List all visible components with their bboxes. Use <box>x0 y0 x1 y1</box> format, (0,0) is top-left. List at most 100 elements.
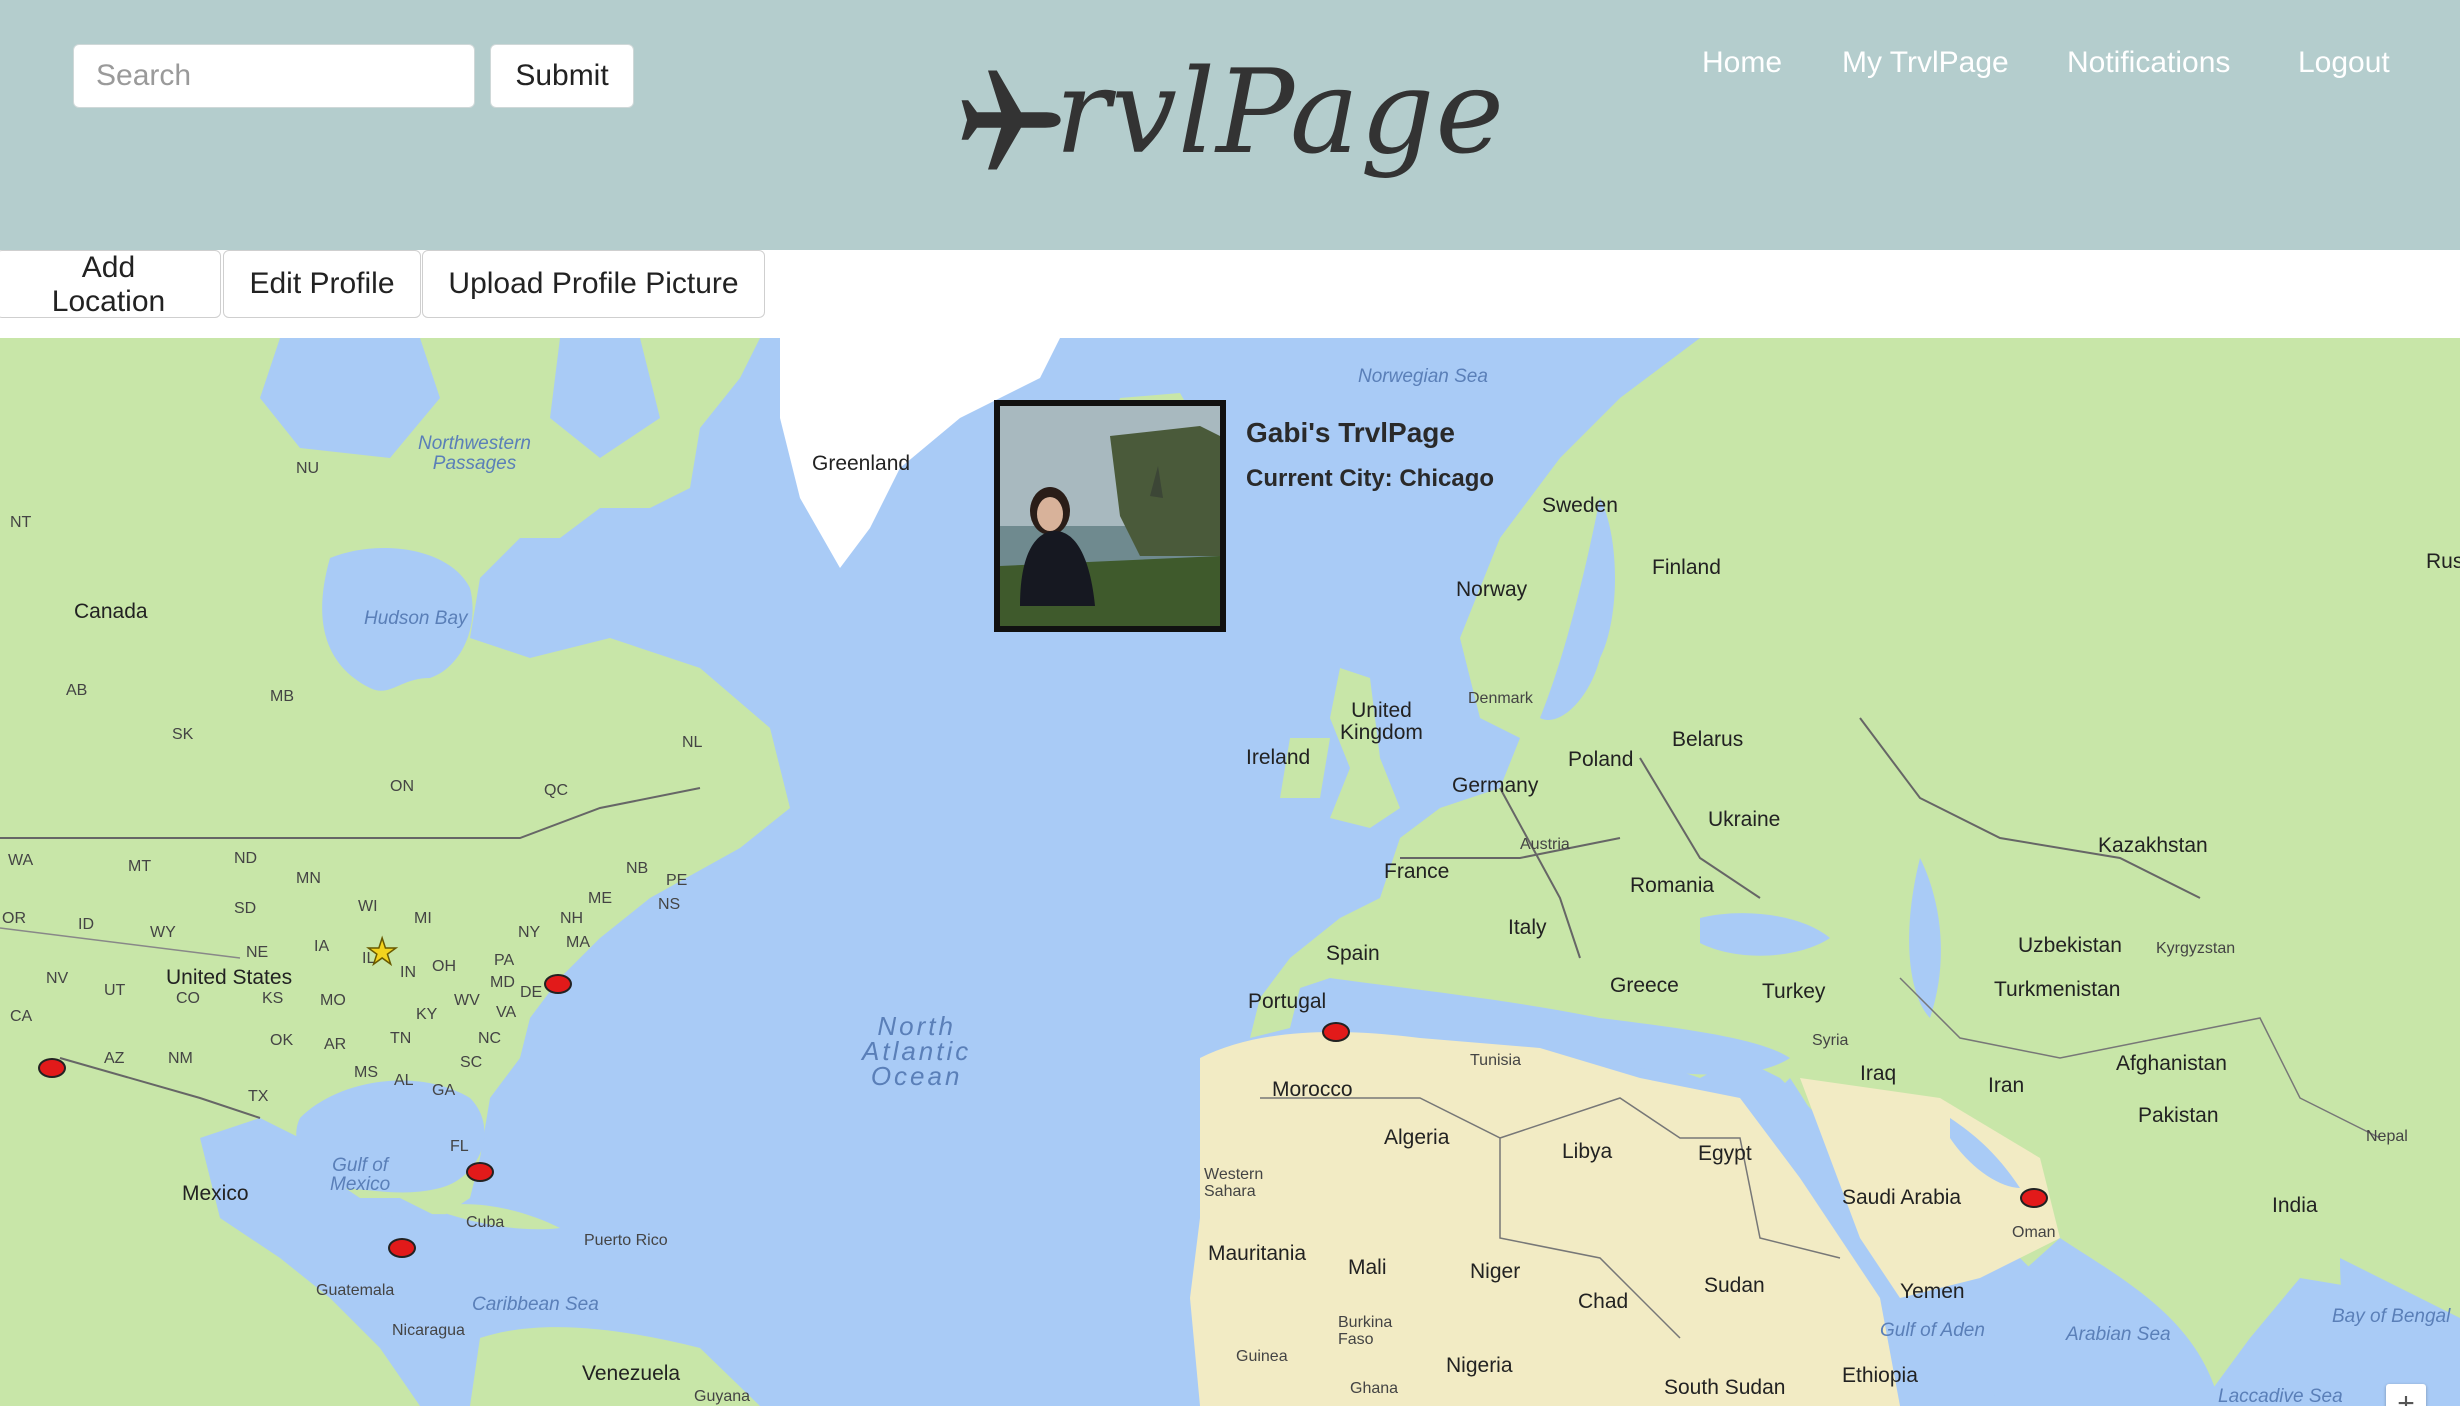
map-label: MS <box>354 1064 378 1081</box>
map-label: Tunisia <box>1470 1052 1521 1069</box>
visited-location-marker[interactable] <box>1322 1022 1350 1042</box>
visited-location-marker[interactable] <box>466 1162 494 1182</box>
world-map[interactable]: Gabi's TrvlPage Current City: Chicago Gr… <box>0 338 2460 1406</box>
map-label: Germany <box>1452 774 1539 797</box>
nav-logout[interactable]: Logout <box>2298 46 2390 80</box>
map-water-label: Norwegian Sea <box>1358 366 1488 387</box>
map-label: Sudan <box>1704 1274 1765 1297</box>
map-label: Guinea <box>1236 1348 1288 1365</box>
map-label: Mexico <box>182 1182 249 1205</box>
visited-location-marker[interactable] <box>388 1238 416 1258</box>
map-label: Morocco <box>1272 1078 1353 1101</box>
uk-land <box>1330 668 1400 828</box>
map-label: ME <box>588 890 612 907</box>
map-label: India <box>2272 1194 2318 1217</box>
map-label: Ireland <box>1246 746 1311 769</box>
submit-button[interactable]: Submit <box>490 44 634 108</box>
map-label: ND <box>234 850 258 867</box>
map-label: Austria <box>1520 836 1570 853</box>
map-water-label: Caribbean Sea <box>472 1294 599 1315</box>
map-label: NV <box>46 970 69 987</box>
map-label: Nicaragua <box>392 1322 465 1339</box>
map-label: OK <box>270 1032 294 1049</box>
map-label: IN <box>400 964 416 981</box>
edit-profile-button[interactable]: Edit Profile <box>223 250 421 318</box>
map-label: MA <box>566 934 590 951</box>
map-label: Finland <box>1652 556 1721 579</box>
map-label: IA <box>314 938 330 955</box>
map-label: PE <box>666 872 688 889</box>
visited-location-marker[interactable] <box>544 974 572 994</box>
visited-location-marker[interactable] <box>2020 1188 2048 1208</box>
map-label: Guyana <box>694 1388 751 1405</box>
map-label: Ghana <box>1350 1380 1399 1397</box>
map-label: Iran <box>1988 1074 2025 1097</box>
nav-notifications[interactable]: Notifications <box>2067 46 2230 80</box>
map-label: Saudi Arabia <box>1842 1186 1962 1209</box>
current-city-star-icon[interactable]: ★ <box>365 933 399 971</box>
map-ocean-label: North Atlantic Ocean <box>862 1011 972 1091</box>
map-label: WY <box>150 924 176 941</box>
map-label: Venezuela <box>582 1362 681 1385</box>
map-label: TN <box>390 1030 412 1047</box>
map-label: Burkina Faso <box>1338 1314 1393 1348</box>
map-label: Spain <box>1326 942 1380 965</box>
map-label: NM <box>168 1050 193 1067</box>
profile-photo-image <box>1000 406 1220 626</box>
map-label: Italy <box>1508 916 1547 939</box>
profile-title: Gabi's TrvlPage <box>1246 417 1455 448</box>
zoom-in-button[interactable]: + <box>2386 1384 2426 1406</box>
map-label: TX <box>248 1088 269 1105</box>
header-bar: Submit rvlPage Home My TrvlPage Notifica… <box>0 0 2460 250</box>
upload-profile-picture-button[interactable]: Upload Profile Picture <box>422 250 765 318</box>
map-label: WA <box>8 852 34 869</box>
map-label: VA <box>496 1004 517 1021</box>
map-label: Syria <box>1812 1032 1849 1049</box>
map-label: KY <box>416 1006 438 1023</box>
map-label: Mali <box>1348 1256 1387 1279</box>
map-label: Ukraine <box>1708 808 1781 831</box>
map-label: Belarus <box>1672 728 1744 751</box>
map-water-label: Laccadive Sea <box>2218 1386 2343 1406</box>
map-water-label: Gulf of Aden <box>1880 1320 1985 1341</box>
map-label: SC <box>460 1054 483 1071</box>
map-label: CA <box>10 1008 33 1025</box>
map-label: MN <box>296 870 321 887</box>
add-location-button[interactable]: Add Location <box>0 250 221 318</box>
map-label: NE <box>246 944 269 961</box>
map-label: QC <box>544 782 568 799</box>
map-label: MI <box>414 910 432 927</box>
map-label: MB <box>270 688 294 705</box>
map-water-label: Hudson Bay <box>364 608 468 629</box>
map-label: AR <box>324 1036 347 1053</box>
map-label: ON <box>390 778 414 795</box>
search-input[interactable] <box>73 44 475 108</box>
map-label: Iraq <box>1860 1062 1897 1085</box>
trvlpage-logo[interactable]: rvlPage <box>955 45 1504 215</box>
map-label: Uzbekistan <box>2018 934 2122 957</box>
map-label: AB <box>66 682 88 699</box>
visited-location-marker[interactable] <box>38 1058 66 1078</box>
map-label: KS <box>262 990 284 1007</box>
map-label: Canada <box>74 600 148 623</box>
map-label: France <box>1384 860 1450 883</box>
map-label: Chad <box>1578 1290 1629 1313</box>
map-label: Turkmenistan <box>1994 978 2121 1001</box>
profile-photo[interactable] <box>994 400 1226 632</box>
map-label: NL <box>682 734 703 751</box>
map-label: FL <box>450 1138 469 1155</box>
map-label: Pakistan <box>2138 1104 2219 1127</box>
map-label: OR <box>2 910 26 927</box>
map-label: Algeria <box>1384 1126 1450 1149</box>
map-label: PA <box>494 952 515 969</box>
airplane-icon <box>961 70 1061 170</box>
map-label: Puerto Rico <box>584 1232 668 1249</box>
nav-home[interactable]: Home <box>1702 46 1782 80</box>
map-label: Portugal <box>1248 990 1327 1013</box>
map-label: United Kingdom <box>1340 699 1423 744</box>
map-label: SD <box>234 900 257 917</box>
map-label: MT <box>128 858 152 875</box>
map-label: WV <box>454 992 480 1009</box>
nav-my-trvlpage[interactable]: My TrvlPage <box>1842 46 2009 80</box>
map-label: GA <box>432 1082 456 1099</box>
